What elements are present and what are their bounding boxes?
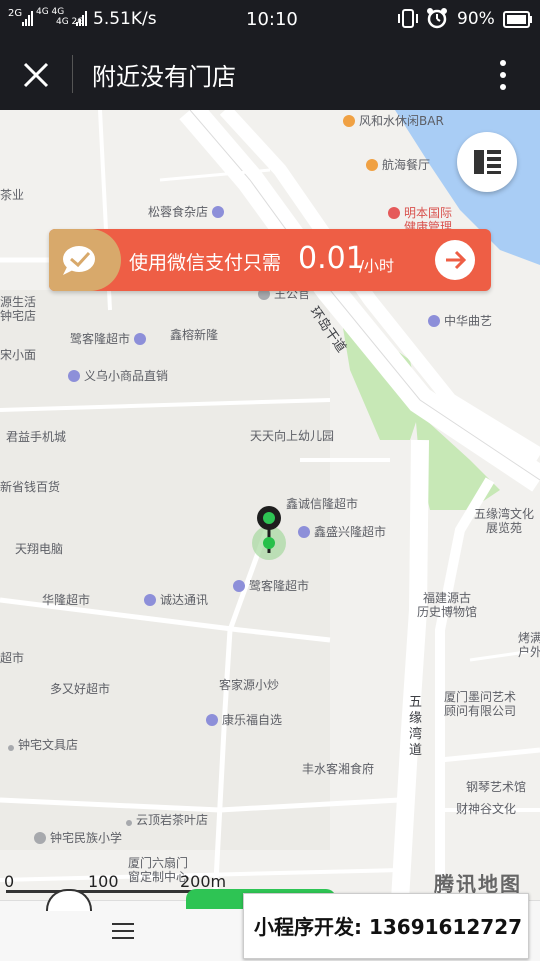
developer-contact: 小程序开发: 13691612727 bbox=[254, 915, 523, 939]
wechat-chat-icon bbox=[63, 246, 95, 275]
layers-button[interactable] bbox=[457, 132, 517, 192]
poi-source-life[interactable]: 源生活 bbox=[0, 295, 36, 309]
poi-chengda[interactable]: 诚达通讯 bbox=[144, 593, 208, 607]
network-type-a: 4G 4G bbox=[36, 7, 65, 17]
poi-wuyuanwan-culture[interactable]: 五缘湾文化 bbox=[474, 507, 534, 521]
poi-department-store[interactable]: 新省钱百货 bbox=[0, 480, 60, 494]
battery-icon bbox=[503, 11, 533, 34]
shop-icon bbox=[144, 594, 156, 606]
arrow-right-icon bbox=[446, 250, 467, 270]
poi-stationery[interactable]: 钟宅文具店 bbox=[8, 738, 78, 752]
title-bar: 附近没有门店 bbox=[0, 40, 540, 110]
poi-hunan-food[interactable]: 丰水客湘食府 bbox=[302, 762, 374, 776]
road-label-wuyuanwan: 五缘湾道 bbox=[409, 695, 423, 758]
developer-badge: 小程序开发: 13691612727 bbox=[243, 893, 529, 959]
poi-bbq-line2: 户外 bbox=[518, 645, 540, 659]
status-bar: 2G 4G 4G 4G 2G 5.51K/s 10:10 90% bbox=[0, 0, 540, 40]
poi-museum[interactable]: 福建源古 bbox=[423, 591, 471, 605]
poi-health[interactable]: 明本国际 bbox=[388, 206, 452, 220]
poi-bar[interactable]: 风和水休闲BAR bbox=[343, 114, 444, 128]
shop-icon bbox=[233, 580, 245, 592]
poi-museum-line2: 历史博物馆 bbox=[417, 605, 478, 619]
hospital-icon bbox=[388, 207, 400, 219]
vibrate-icon bbox=[398, 8, 418, 35]
shop-icon bbox=[212, 206, 225, 218]
hamburger-icon[interactable] bbox=[112, 921, 134, 941]
poi-hakka[interactable]: 客家源小炒 bbox=[219, 678, 279, 692]
bar-icon bbox=[343, 115, 355, 127]
poi-yiwu[interactable]: 义乌小商品直销 bbox=[68, 369, 168, 383]
poi-kindergarten[interactable]: 天天向上幼儿园 bbox=[250, 429, 334, 443]
banner-icon-area bbox=[49, 229, 121, 291]
poi-supermarket-2[interactable]: 鹭客隆超市 bbox=[233, 579, 309, 593]
music-icon bbox=[428, 315, 440, 327]
alarm-icon bbox=[426, 7, 448, 34]
poi-tea-industry[interactable]: 茶业 bbox=[0, 188, 24, 202]
poi-piano[interactable]: 钢琴艺术馆 bbox=[466, 780, 526, 794]
poi-restaurant[interactable]: 航海餐厅 bbox=[366, 158, 430, 172]
poi-xincheng-market[interactable]: 鑫诚信隆超市 bbox=[286, 497, 358, 511]
poi-supermarket-1[interactable]: 鹭客隆超市 bbox=[70, 332, 150, 346]
signal-bars-icon bbox=[22, 10, 34, 31]
poi-source-life-line2: 钟宅店 bbox=[0, 309, 37, 323]
poi-tea[interactable]: 云顶岩茶叶店 bbox=[126, 813, 208, 827]
poi-xinsheng-market[interactable]: 鑫盛兴隆超市 bbox=[298, 525, 386, 539]
poi-grocery[interactable]: 松蓉食杂店 bbox=[148, 205, 228, 219]
poi-tianxiang[interactable]: 天翔电脑 bbox=[15, 542, 63, 556]
scale-label-100: 100 bbox=[88, 872, 119, 891]
page-title: 附近没有门店 bbox=[92, 63, 236, 91]
payment-banner[interactable]: 使用微信支付只需 0.01 /小时 bbox=[49, 229, 491, 291]
shop-icon bbox=[68, 370, 80, 382]
poi-dot-icon bbox=[126, 820, 132, 826]
banner-price: 0.01 bbox=[298, 241, 365, 276]
battery-percent: 90% bbox=[457, 9, 495, 29]
poi-hualong[interactable]: 华隆超市 bbox=[42, 593, 90, 607]
poi-noodle[interactable]: 宋小面 bbox=[0, 348, 36, 362]
poi-door-window-line2: 窗定制中心 bbox=[128, 870, 189, 884]
poi-wuyuanwan-culture-line2: 展览苑 bbox=[486, 521, 523, 535]
poi-art-consult-line2: 顾问有限公司 bbox=[444, 704, 517, 718]
banner-unit: /小时 bbox=[359, 257, 395, 275]
current-location-dot bbox=[263, 537, 275, 549]
poi-kanglefu[interactable]: 康乐福自选 bbox=[206, 713, 282, 727]
restaurant-icon bbox=[366, 159, 378, 171]
network-speed: 5.51K/s bbox=[93, 9, 157, 29]
poi-quyi[interactable]: 中华曲艺 bbox=[428, 314, 492, 328]
scale-label-0: 0 bbox=[4, 872, 15, 891]
poi-bbq[interactable]: 烤满 bbox=[518, 631, 540, 645]
shop-icon bbox=[298, 526, 310, 538]
poi-dot-icon bbox=[8, 745, 14, 751]
poi-market-edge[interactable]: 超市 bbox=[0, 651, 24, 665]
school-icon bbox=[34, 832, 46, 844]
signal-bars-2-icon bbox=[76, 10, 88, 31]
poi-art-consult[interactable]: 厦门墨问艺术 bbox=[444, 690, 516, 704]
title-divider bbox=[72, 55, 73, 93]
poi-xinrong[interactable]: 鑫榕新隆 bbox=[170, 328, 218, 342]
close-icon[interactable] bbox=[22, 61, 50, 89]
poi-school[interactable]: 钟宅民族小学 bbox=[34, 831, 122, 845]
shop-icon bbox=[206, 714, 218, 726]
poi-duoyouhao[interactable]: 多又好超市 bbox=[50, 682, 110, 696]
banner-arrow-button[interactable] bbox=[435, 240, 475, 280]
clock: 10:10 bbox=[246, 9, 298, 30]
poi-caishen[interactable]: 财神谷文化 bbox=[456, 802, 516, 816]
more-vertical-icon[interactable] bbox=[498, 58, 508, 92]
poi-phone-city[interactable]: 君益手机城 bbox=[6, 430, 66, 444]
signal-sim1-label: 2G bbox=[8, 8, 23, 19]
poi-door-window[interactable]: 厦门六扇门 bbox=[128, 856, 188, 870]
shop-icon bbox=[134, 333, 147, 345]
list-view-icon bbox=[474, 150, 501, 174]
banner-prefix: 使用微信支付只需 bbox=[129, 252, 282, 274]
